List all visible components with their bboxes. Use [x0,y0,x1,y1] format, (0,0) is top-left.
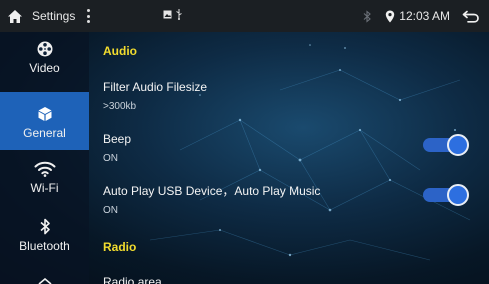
sidebar-item-label: General [23,126,66,140]
section-title-radio: Radio [103,240,137,254]
filter-audio-filesize-value: >300kb [103,101,137,112]
sidebar-item-label: Bluetooth [19,239,70,253]
page-title: Settings [32,9,76,23]
auto-play-toggle[interactable] [423,184,471,206]
sidebar-item-general[interactable]: General [0,92,89,150]
location-icon [386,10,395,22]
toggle-knob [447,184,469,206]
auto-play-usb-value: ON [103,205,118,216]
filter-audio-filesize-title[interactable]: Filter Audio Filesize [103,80,207,94]
home-icon[interactable] [0,0,30,32]
bluetooth-icon [39,218,50,235]
bluetooth-status-icon [363,9,372,23]
wifi-icon [34,161,55,177]
sidebar: Video General Wi-Fi Bluetooth [0,32,89,284]
settings-panel: Audio Filter Audio Filesize >300kb Beep … [103,32,483,284]
film-reel-icon [37,41,52,57]
section-title-audio: Audio [103,44,137,58]
more-options-icon[interactable] [85,9,91,23]
partial-next-icon [38,278,52,284]
beep-title[interactable]: Beep [103,132,131,146]
image-notification-icon [163,10,172,19]
radio-area-title[interactable]: Radio area [103,275,162,284]
clock: 12:03 AM [399,9,450,23]
usb-notification-icon [176,9,182,20]
toggle-knob [447,134,469,156]
auto-play-usb-title[interactable]: Auto Play USB Device，Auto Play Music [103,182,320,199]
sidebar-item-label: Video [29,61,60,75]
sidebar-item-video[interactable]: Video [0,38,89,88]
notification-icons [163,9,183,20]
beep-toggle[interactable] [423,134,471,156]
sidebar-item-bluetooth[interactable]: Bluetooth [0,216,89,268]
screen: Settings 12:03 AM Video General Wi-Fi Bl… [0,0,489,284]
beep-value: ON [103,153,118,164]
sidebar-item-label: Wi-Fi [30,181,59,195]
status-bar: Settings 12:03 AM [0,0,489,32]
cube-icon [38,107,51,121]
sidebar-item-wifi[interactable]: Wi-Fi [0,156,89,208]
back-icon[interactable] [462,10,479,23]
